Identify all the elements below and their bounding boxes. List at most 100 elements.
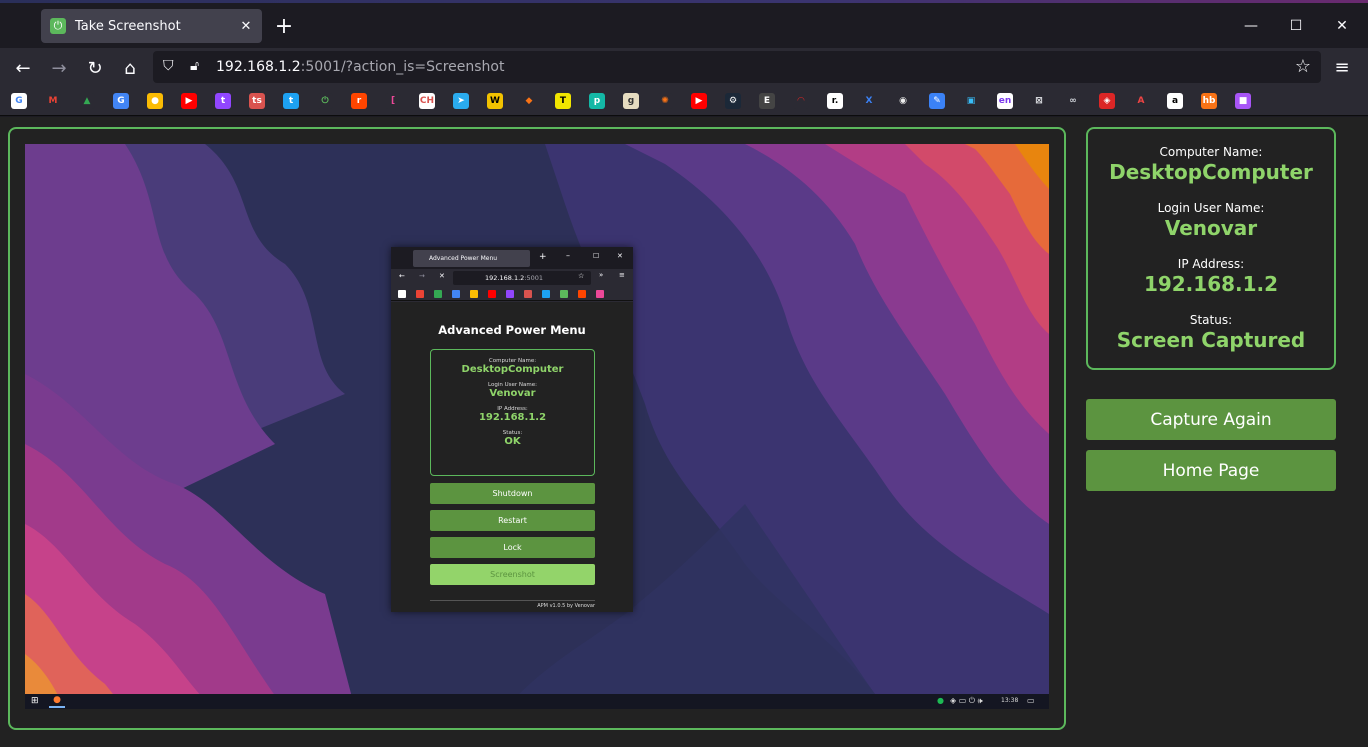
mini-ts-icon (524, 290, 532, 298)
twitch-icon[interactable]: t (215, 93, 231, 109)
new-tab-button[interactable]: + (272, 14, 296, 39)
back-icon[interactable]: ← (9, 54, 37, 82)
hb-icon[interactable]: hb (1201, 93, 1217, 109)
mini-bracket-icon (596, 290, 604, 298)
bookmark-star-icon[interactable]: ☆ (1295, 56, 1311, 77)
mini-new-tab-icon: + (539, 252, 547, 262)
home-icon[interactable]: ⌂ (116, 54, 144, 82)
mini-youtube-icon (488, 290, 496, 298)
g-beige-icon[interactable]: g (623, 93, 639, 109)
mini-restart-button: Restart (430, 510, 595, 531)
shield-icon[interactable]: ⛉ (163, 58, 174, 74)
mini-gmail-icon (416, 290, 424, 298)
tab-take-screenshot[interactable]: ⏻ Take Screenshot ✕ (41, 9, 262, 43)
close-tab-icon[interactable]: ✕ (234, 14, 258, 38)
keep-icon[interactable]: ● (147, 93, 163, 109)
capture-again-button[interactable]: Capture Again (1086, 399, 1336, 440)
navigation-bar: ← → ↻ ⌂ ⛉ 🔓︎ 192.168.1.2:5001/?action_is… (0, 48, 1368, 86)
r-icon[interactable]: r. (827, 93, 843, 109)
brave-icon[interactable]: ◆ (521, 93, 537, 109)
tiles-icon[interactable]: X (861, 93, 877, 109)
amazon-icon[interactable]: a (1167, 93, 1183, 109)
mini-ip: 192.168.1.2 (478, 412, 547, 423)
ch-icon[interactable]: CH (419, 93, 435, 109)
page-content: Advanced Power Menu + – ☐ ✕ ← → ✕ 192.16… (0, 117, 1368, 747)
drive-icon[interactable]: ▲ (79, 93, 95, 109)
forward-icon[interactable]: → (45, 54, 73, 82)
reddit-icon[interactable]: r (351, 93, 367, 109)
url-bar[interactable]: ⛉ 🔓︎ 192.168.1.2:5001/?action_is=Screens… (153, 51, 1321, 83)
close-window-button[interactable]: ✕ (1319, 8, 1365, 44)
mini-screenshot-button: Screenshot (430, 564, 595, 585)
home-page-button[interactable]: Home Page (1086, 450, 1336, 491)
w-icon[interactable]: W (487, 93, 503, 109)
mini-nav-bar: ← → ✕ 192.168.1.2:5001 ☆ » ≡ (391, 269, 633, 287)
mini-overflow-icon: » (599, 271, 604, 279)
steam-icon[interactable]: ⚙ (725, 93, 741, 109)
mini-forward-icon: → (419, 272, 425, 280)
computer-name-value: DesktopComputer (1109, 160, 1313, 184)
maximize-button[interactable]: ☐ (1273, 8, 1319, 44)
mini-reddit-icon (578, 290, 586, 298)
mini-status: OK (504, 436, 521, 447)
purple-icon[interactable]: ■ (1235, 93, 1251, 109)
taskbar-clock: 13:38 (1001, 697, 1019, 704)
mini-lock-button: Lock (430, 537, 595, 558)
bracket-icon[interactable]: [ (385, 93, 401, 109)
epic-icon[interactable]: E (759, 93, 775, 109)
mini-back-icon: ← (399, 272, 405, 280)
gmail-icon[interactable]: M (45, 93, 61, 109)
p-icon[interactable]: p (589, 93, 605, 109)
ip-address-value: 192.168.1.2 (1143, 272, 1279, 296)
youtube-music-icon[interactable]: ▶ (691, 93, 707, 109)
windows-start-icon: ⊞ (31, 696, 39, 706)
twitter-icon[interactable]: t (283, 93, 299, 109)
mini-url-bar: 192.168.1.2:5001 (453, 271, 591, 285)
mini-bookmarks (391, 287, 633, 301)
a-icon[interactable]: A (1133, 93, 1149, 109)
mini-maximize-icon: ☐ (593, 252, 600, 260)
sun-icon[interactable]: ✺ (657, 93, 673, 109)
lock-icon[interactable]: 🔓︎ (190, 58, 199, 74)
youtube-icon[interactable]: ▶ (181, 93, 197, 109)
penguin-icon[interactable]: ◉ (895, 93, 911, 109)
frame-icon[interactable]: ▣ (963, 93, 979, 109)
menu-icon[interactable]: ≡ (1329, 54, 1355, 80)
translate-icon[interactable]: G (113, 93, 129, 109)
google-icon[interactable]: G (11, 93, 27, 109)
status-value: Screen Captured (1116, 328, 1306, 352)
grid-icon[interactable]: ⊠ (1031, 93, 1047, 109)
mini-menu-icon: ≡ (619, 271, 625, 279)
t-yellow-icon[interactable]: T (555, 93, 571, 109)
mini-twitch-icon (506, 290, 514, 298)
mini-footer: APM v1.0.5 by Venovar (430, 600, 595, 609)
url-text[interactable]: 192.168.1.2:5001/?action_is=Screenshot (216, 59, 504, 75)
mini-info-card: Computer Name: DesktopComputer Login Use… (430, 349, 595, 476)
reload-icon[interactable]: ↻ (81, 54, 109, 82)
mini-star-icon: ☆ (578, 272, 585, 280)
mini-stop-icon: ✕ (439, 272, 445, 280)
power-icon[interactable]: ⏻ (317, 93, 333, 109)
glasses-icon[interactable]: ∞ (1065, 93, 1081, 109)
ts-icon[interactable]: ts (249, 93, 265, 109)
wrench-icon[interactable]: ✎ (929, 93, 945, 109)
tab-bar: ⏻ Take Screenshot ✕ + — ☐ ✕ (0, 3, 1368, 48)
mini-keep-icon (470, 290, 478, 298)
mini-close-icon: ✕ (617, 252, 623, 260)
tab-title: Take Screenshot (75, 18, 181, 34)
en-icon[interactable]: en (997, 93, 1013, 109)
telegram-icon[interactable]: ➤ (453, 93, 469, 109)
mini-user: Venovar (489, 388, 536, 399)
speedometer-icon[interactable]: ◠ (793, 93, 809, 109)
mini-drive-icon (434, 290, 442, 298)
mini-minimize-icon: – (566, 251, 570, 260)
login-user-value: Venovar (1164, 216, 1258, 240)
shield-red-icon[interactable]: ◈ (1099, 93, 1115, 109)
mini-twitter-icon (542, 290, 550, 298)
minimize-button[interactable]: — (1228, 8, 1274, 44)
status-label: Status: (1189, 313, 1233, 327)
mini-shutdown-button: Shutdown (430, 483, 595, 504)
firefox-taskbar-icon: ● (49, 695, 65, 708)
power-menu-browser-window: Advanced Power Menu + – ☐ ✕ ← → ✕ 192.16… (391, 247, 633, 612)
power-icon: ⏻ (50, 18, 66, 34)
